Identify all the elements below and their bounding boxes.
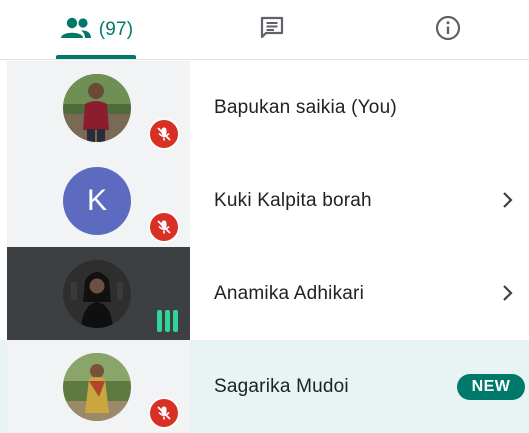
avatar (63, 353, 131, 421)
chevron-right-icon[interactable] (498, 283, 518, 303)
participant-count: (97) (98, 19, 134, 40)
participant-name: Sagarika Mudoi (214, 375, 349, 397)
avatar (63, 74, 131, 142)
tab-info[interactable] (400, 0, 496, 60)
participant-name: Anamika Adhikari (214, 282, 364, 304)
tab-people[interactable]: (97) (48, 0, 144, 60)
mic-off-icon (148, 118, 180, 150)
chevron-right-icon[interactable] (498, 190, 518, 210)
avatar-cell (7, 340, 190, 433)
mic-off-icon (148, 397, 180, 429)
avatar-cell (7, 247, 190, 340)
avatar-cell (7, 61, 190, 154)
avatar: K (63, 167, 131, 235)
new-badge: NEW (457, 374, 525, 400)
participant-list: Bapukan saikia (You) K Kuki Kalpita bora… (0, 61, 529, 433)
tab-chat[interactable] (224, 0, 320, 60)
info-icon (434, 14, 462, 47)
avatar-cell: K (7, 154, 190, 247)
participant-row[interactable]: Anamika Adhikari (0, 247, 529, 340)
participant-name: Kuki Kalpita borah (214, 189, 372, 211)
tab-bar: (97) (0, 0, 529, 60)
speaking-indicator-icon (153, 307, 181, 335)
active-tab-indicator (56, 55, 136, 59)
participant-row[interactable]: Sagarika Mudoi NEW (0, 340, 529, 433)
chat-icon (258, 14, 286, 47)
mic-off-icon (148, 211, 180, 243)
participant-row[interactable]: K Kuki Kalpita borah (0, 154, 529, 247)
people-icon (59, 16, 93, 45)
avatar (63, 260, 131, 328)
participant-name: Bapukan saikia (You) (214, 96, 397, 118)
participant-row[interactable]: Bapukan saikia (You) (0, 61, 529, 154)
